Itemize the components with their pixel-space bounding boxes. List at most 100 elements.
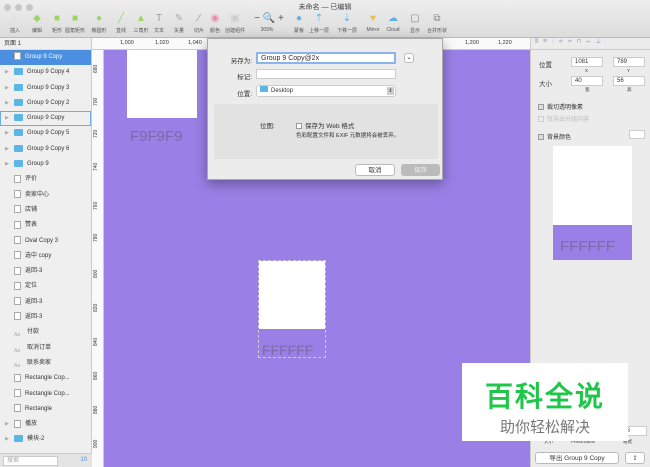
layer-item[interactable]: ▶ Group 9 Copy 2 bbox=[0, 96, 91, 111]
layer-item[interactable]: ▶ Group 9 Copy 4 bbox=[0, 65, 91, 80]
layer-item[interactable]: 返回-3 bbox=[0, 264, 91, 279]
layer-item[interactable]: 返回-3 bbox=[0, 295, 91, 310]
toolbar2-2[interactable]: ⇣ 下移一层 bbox=[334, 13, 360, 34]
layer-item[interactable]: ▶ Group 9 Copy 3 bbox=[0, 81, 91, 96]
save-as-label: 另存为: bbox=[230, 58, 252, 65]
search-input[interactable]: 搜索 bbox=[3, 456, 58, 466]
location-select[interactable]: Desktop ⇕ bbox=[256, 85, 396, 97]
layers-panel: 页面 1 Group 9 Copy ▶ Group 9 Copy 4 ▶ Group 9… bbox=[0, 38, 92, 467]
folder-icon bbox=[14, 435, 23, 443]
layer-item[interactable]: 卖家中心 bbox=[0, 188, 91, 203]
disclosure-icon[interactable]: ▶ bbox=[5, 81, 9, 96]
ruler-tick: 1,200 bbox=[465, 40, 479, 46]
tool-icon: ♥ bbox=[370, 13, 376, 24]
layer-item[interactable]: Aa 取消订单 bbox=[0, 341, 91, 356]
shape-icon bbox=[14, 312, 21, 321]
tool-icon: T bbox=[155, 13, 163, 24]
layer-item[interactable]: ▶ Group 9 Copy bbox=[0, 111, 91, 127]
shape-icon bbox=[14, 388, 21, 397]
w-label: 宽 bbox=[585, 87, 590, 92]
ruler-tick: 1,220 bbox=[498, 40, 512, 46]
filename-input[interactable]: Group 9 Copy@2x bbox=[256, 52, 396, 64]
tool-icon: ◆ bbox=[33, 13, 41, 24]
layer-count: 10 bbox=[80, 457, 87, 463]
ruler-tick: 1,040 bbox=[188, 40, 202, 46]
shape-icon bbox=[14, 174, 21, 183]
tags-label: 标记: bbox=[237, 74, 252, 81]
toolbar2-1[interactable]: ⇡ 上移一层 bbox=[306, 13, 332, 34]
folder-icon bbox=[14, 129, 23, 137]
bitmap-label: 位图: bbox=[260, 123, 275, 130]
selected-group[interactable]: FFFFFF bbox=[258, 260, 326, 358]
align-toolbar[interactable]: ⫴≡⫶≑≐⊓⊢⊥ bbox=[531, 38, 650, 50]
width-input[interactable]: 40 bbox=[571, 76, 603, 86]
tool-icon: ☁ bbox=[388, 13, 398, 24]
height-input[interactable]: 56 bbox=[613, 76, 645, 86]
layer-item[interactable]: 定位 bbox=[0, 279, 91, 294]
layer-item[interactable]: Rectangle Cop... bbox=[0, 371, 91, 386]
folder-icon bbox=[14, 144, 23, 152]
x-input[interactable]: 1081 bbox=[571, 57, 603, 67]
layer-item[interactable]: ▶ Group 9 bbox=[0, 157, 91, 172]
watermark-title: 百科全说 bbox=[484, 381, 605, 412]
disclosure-icon[interactable]: ▶ bbox=[5, 65, 9, 80]
position-label: 位置 bbox=[539, 62, 552, 69]
tool-icon: ● bbox=[295, 13, 303, 24]
tool-icon: ╱ bbox=[117, 13, 125, 24]
color-swatch[interactable] bbox=[629, 130, 645, 139]
layer-item[interactable]: ▶ Group 9 Copy 6 bbox=[0, 142, 91, 157]
layer-item[interactable]: Rectangle bbox=[0, 402, 91, 417]
disclosure-icon[interactable]: ▶ bbox=[5, 111, 9, 126]
preview: FFFFFF bbox=[553, 146, 632, 260]
layer-item[interactable]: ▶ 播放 bbox=[0, 417, 91, 432]
expand-button[interactable]: ⌄ bbox=[404, 53, 414, 63]
layer-item[interactable]: Aa 联系卖家 bbox=[0, 356, 91, 371]
y-input[interactable]: 789 bbox=[613, 57, 645, 67]
disclosure-icon[interactable]: ▶ bbox=[5, 157, 9, 172]
disclosure-icon[interactable]: ▶ bbox=[5, 142, 9, 157]
shape-icon bbox=[14, 235, 21, 244]
zoom-control[interactable]: − 🔍 +309% bbox=[254, 13, 284, 33]
bg-color-checkbox[interactable]: 背景颜色 bbox=[538, 132, 571, 141]
web-format-checkbox[interactable]: 保存为 Web 格式 bbox=[296, 120, 354, 130]
disclosure-icon[interactable]: ▶ bbox=[5, 432, 9, 447]
artboard[interactable] bbox=[127, 50, 197, 118]
export-button[interactable]: 导出 Group 9 Copy bbox=[535, 452, 619, 464]
shape-icon bbox=[14, 281, 21, 290]
disclosure-icon[interactable]: ▶ bbox=[5, 417, 9, 432]
layer-item[interactable]: 评价 bbox=[0, 172, 91, 187]
toolbar-11[interactable]: ▣ 创建组件 bbox=[222, 13, 248, 34]
layer-item[interactable]: ▶ 模块-2 bbox=[0, 432, 91, 447]
tool-icon: ■ bbox=[71, 13, 79, 24]
save-button[interactable]: 保存 bbox=[401, 164, 440, 176]
magnifier-icon: − 🔍 + bbox=[254, 13, 284, 24]
toolbar-3[interactable]: ■ 圆角矩形 bbox=[62, 13, 88, 34]
layer-item[interactable]: 选中 copy bbox=[0, 249, 91, 264]
trim-checkbox[interactable]: 裁切透明像素 bbox=[538, 102, 583, 111]
layer-item[interactable]: Rectangle Cop... bbox=[0, 387, 91, 402]
export-group-checkbox[interactable]: 仅导出分组内容 bbox=[538, 114, 589, 123]
layer-item[interactable]: 店铺 bbox=[0, 203, 91, 218]
h-label: 高 bbox=[627, 87, 632, 92]
page-selector[interactable]: 页面 1 bbox=[0, 38, 91, 50]
layer-item[interactable]: 赞表 bbox=[0, 218, 91, 233]
layer-item[interactable]: Oval Copy 3 bbox=[0, 234, 91, 249]
shape-icon bbox=[14, 205, 21, 214]
cancel-button[interactable]: 取消 bbox=[355, 164, 395, 176]
shape-icon bbox=[14, 190, 21, 199]
layer-item[interactable]: ▶ Group 9 Copy 5 bbox=[0, 126, 91, 141]
ruler-tick: 880 bbox=[93, 405, 99, 414]
tags-input[interactable] bbox=[256, 69, 396, 79]
folder-icon bbox=[14, 114, 23, 122]
share-icon[interactable]: ⇪ bbox=[625, 452, 645, 464]
layer-item[interactable]: 返回-3 bbox=[0, 310, 91, 325]
preview-label: FFFFFF bbox=[560, 238, 615, 255]
shape-icon bbox=[14, 419, 21, 428]
disclosure-icon[interactable]: ▶ bbox=[5, 126, 9, 141]
ruler-tick: 760 bbox=[93, 201, 99, 210]
toolbar2-6[interactable]: ⧉ 合并形状 bbox=[424, 13, 450, 34]
layer-item[interactable]: Group 9 Copy bbox=[0, 50, 91, 66]
layer-item[interactable]: Aa 付款 bbox=[0, 325, 91, 340]
text-icon: Aa bbox=[14, 332, 21, 339]
disclosure-icon[interactable]: ▶ bbox=[5, 96, 9, 111]
